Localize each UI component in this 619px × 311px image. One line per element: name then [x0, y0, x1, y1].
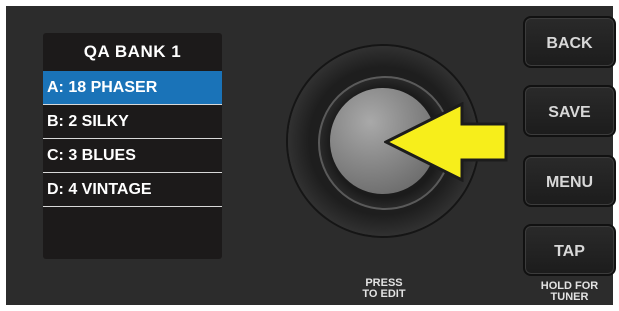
- knob-label-line2: TO EDIT: [362, 288, 406, 300]
- preset-item-a[interactable]: A: 18 PHASER: [43, 71, 222, 105]
- preset-list: A: 18 PHASER B: 2 SILKY C: 3 BLUES D: 4 …: [43, 71, 222, 207]
- back-button[interactable]: BACK: [523, 16, 616, 68]
- preset-item-d[interactable]: D: 4 VINTAGE: [43, 173, 222, 207]
- yellow-arrow-icon: [384, 102, 508, 182]
- bank-title: QA BANK 1: [83, 42, 182, 61]
- amp-control-panel: QA BANK 1 A: 18 PHASER B: 2 SILKY C: 3 B…: [6, 6, 616, 305]
- menu-button[interactable]: MENU: [523, 155, 616, 207]
- tap-button[interactable]: TAP: [523, 224, 616, 276]
- preset-item-c[interactable]: C: 3 BLUES: [43, 139, 222, 173]
- save-button[interactable]: SAVE: [523, 85, 616, 137]
- preset-item-b[interactable]: B: 2 SILKY: [43, 105, 222, 139]
- knob-label: PRESS TO EDIT: [353, 278, 415, 300]
- tap-hold-label: HOLD FOR TUNER: [523, 281, 616, 303]
- tap-hold-line2: TUNER: [550, 291, 589, 303]
- lcd-display: QA BANK 1 A: 18 PHASER B: 2 SILKY C: 3 B…: [43, 33, 222, 259]
